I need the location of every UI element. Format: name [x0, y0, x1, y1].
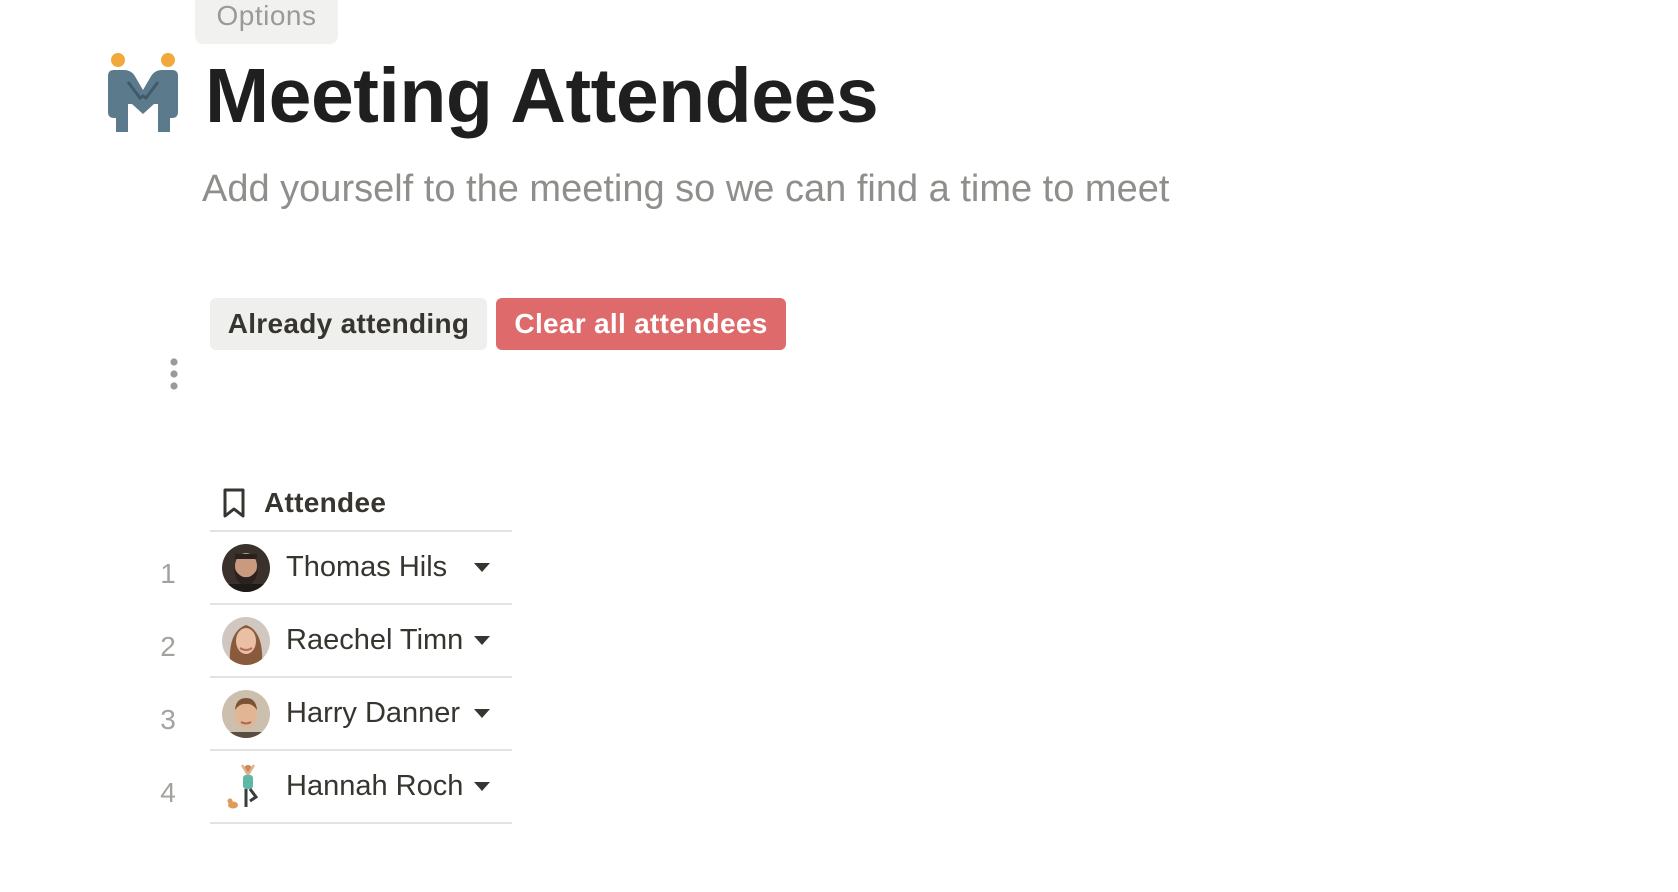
- chevron-down-icon[interactable]: [474, 708, 490, 719]
- kebab-menu-icon[interactable]: [163, 358, 185, 392]
- handshake-people-icon[interactable]: [104, 52, 182, 132]
- column-header-attendee: Attendee: [264, 487, 387, 518]
- table-row[interactable]: 1 Thomas Hils: [160, 532, 512, 605]
- man-avatar: [222, 689, 270, 738]
- row-number: 1: [160, 558, 176, 589]
- table-header[interactable]: Attendee: [210, 476, 512, 532]
- clear-all-attendees-button[interactable]: Clear all attendees: [496, 298, 786, 350]
- row-number: 2: [160, 631, 176, 662]
- table-row[interactable]: 3 Harry Danner: [160, 678, 512, 751]
- chevron-down-icon[interactable]: [474, 781, 490, 792]
- attendee-table: Attendee 1 Thomas Hils 2 Raechel Timn 3 …: [160, 476, 512, 824]
- bookmark-icon: [223, 488, 245, 518]
- attendee-name: Raechel Timn: [286, 624, 464, 656]
- attendee-name: Hannah Roch: [286, 770, 464, 802]
- row-number: 3: [160, 704, 176, 735]
- already-attending-button[interactable]: Already attending: [210, 298, 487, 350]
- chevron-down-icon[interactable]: [474, 635, 490, 646]
- page: Options Meeting Attendees Add yourself t…: [0, 0, 1678, 892]
- options-button[interactable]: Options: [195, 0, 338, 44]
- table-row[interactable]: 2 Raechel Timn: [160, 605, 512, 678]
- bearded-man-avatar: [222, 543, 270, 592]
- attendee-name: Thomas Hils: [286, 551, 448, 583]
- chevron-down-icon[interactable]: [474, 562, 490, 573]
- page-description: Add yourself to the meeting so we can fi…: [202, 168, 1170, 210]
- page-title: Meeting Attendees: [205, 53, 879, 139]
- row-number: 4: [160, 777, 176, 808]
- yoga-illustration-avatar: [222, 762, 270, 811]
- attendee-name: Harry Danner: [286, 697, 461, 729]
- table-row[interactable]: 4 Hannah Roch: [160, 751, 512, 824]
- woman-avatar: [222, 616, 270, 665]
